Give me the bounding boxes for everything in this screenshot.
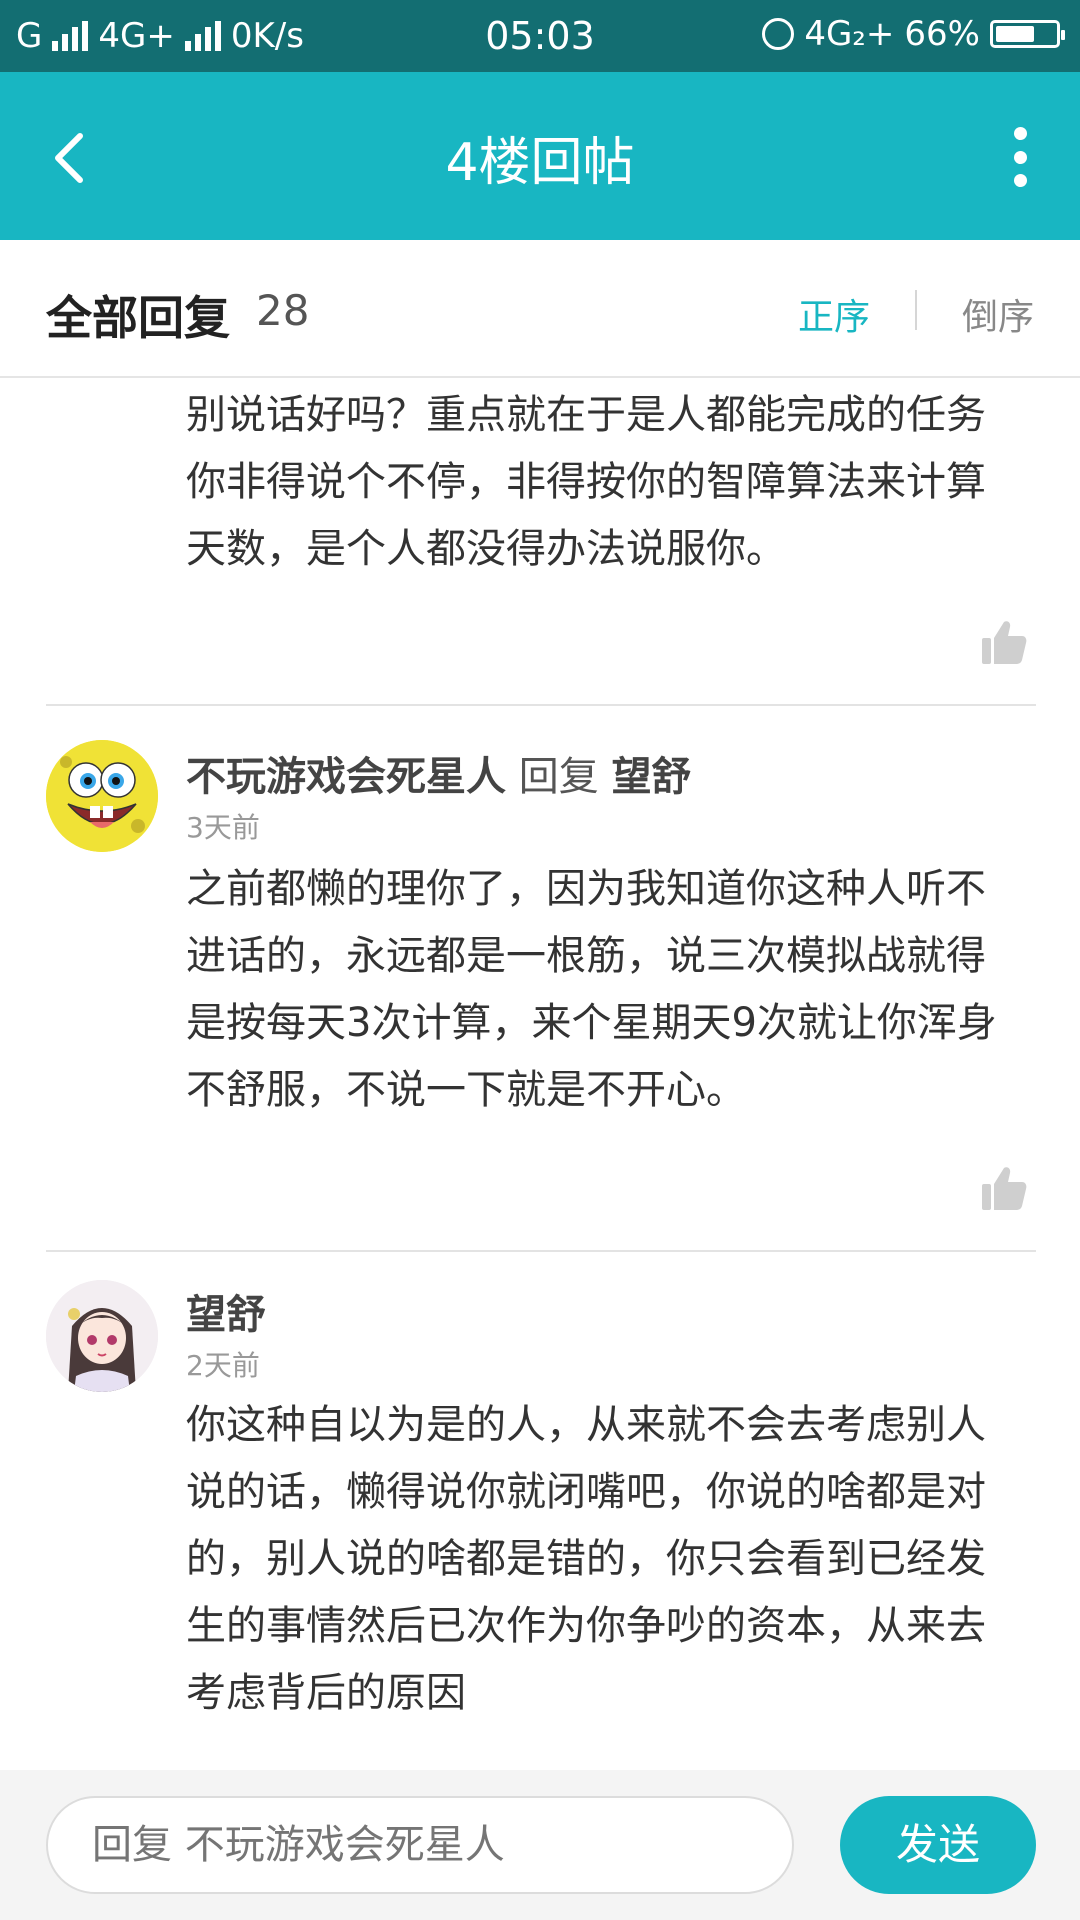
alarm-icon <box>762 18 795 50</box>
replies-count: 28 <box>256 286 310 335</box>
reply-word: 回复 <box>518 754 599 800</box>
author-name[interactable]: 不玩游戏会死星人 <box>186 754 506 800</box>
more-button[interactable] <box>1000 127 1040 187</box>
comment-text: 你这种自以为是的人，从来就不会去考虑别人 说的话，懒得说你就闭嘴吧，你说的啥都是… <box>186 1402 986 1716</box>
app-header: 4楼回帖 <box>0 72 1080 240</box>
thumbs-up-icon <box>982 1167 1027 1210</box>
avatar[interactable] <box>46 1280 158 1392</box>
anime-girl-avatar-icon <box>46 1280 158 1392</box>
avatar[interactable] <box>46 740 158 852</box>
network-type-2: 4G₂+ <box>804 14 895 54</box>
page-title: 4楼回帖 <box>445 133 635 193</box>
comment-author-line: 不玩游戏会死星人 回复 望舒 <box>186 744 691 802</box>
sort-ascending-tab[interactable]: 正序 <box>798 288 870 340</box>
comment-time: 3天前 <box>186 811 260 844</box>
send-button[interactable]: 发送 <box>840 1796 1036 1894</box>
battery-percent: 66% <box>904 14 980 54</box>
like-button[interactable] <box>980 618 1028 666</box>
like-button[interactable] <box>980 1164 1028 1212</box>
status-bar: G 4G+ 0K/s 05:03 4G₂+ 66% <box>0 0 1080 72</box>
status-right: 4G₂+ 66% <box>762 14 1065 54</box>
sort-descending-tab[interactable]: 倒序 <box>962 288 1034 340</box>
more-vertical-icon <box>1013 127 1027 140</box>
comment-text: 别说话好吗？重点就在于是人都能完成的任务 你非得说个不停，非得按你的智障算法来计… <box>186 392 986 572</box>
comment-time: 2天前 <box>186 1349 260 1382</box>
battery-icon <box>990 20 1065 48</box>
replies-bar: 全部回复 28 正序 倒序 <box>0 240 1080 378</box>
all-replies-label: 全部回复 <box>46 291 230 345</box>
comment-author-line: 望舒 <box>186 1282 266 1340</box>
comment-text: 之前都懒的理你了，因为我知道你这种人听不 进话的，永远都是一根筋，说三次模拟战就… <box>186 866 997 1113</box>
author-name[interactable]: 望舒 <box>186 1292 266 1338</box>
spongebob-avatar-icon <box>46 740 158 852</box>
battery-fill <box>996 26 1034 42</box>
comment-divider <box>46 1250 1036 1252</box>
comment-divider <box>46 704 1036 706</box>
thumbs-up-icon <box>982 621 1027 664</box>
reply-to-name[interactable]: 望舒 <box>611 754 691 800</box>
sort-divider <box>915 290 917 330</box>
reply-bar: 发送 <box>0 1770 1080 1920</box>
reply-input[interactable] <box>46 1796 794 1894</box>
